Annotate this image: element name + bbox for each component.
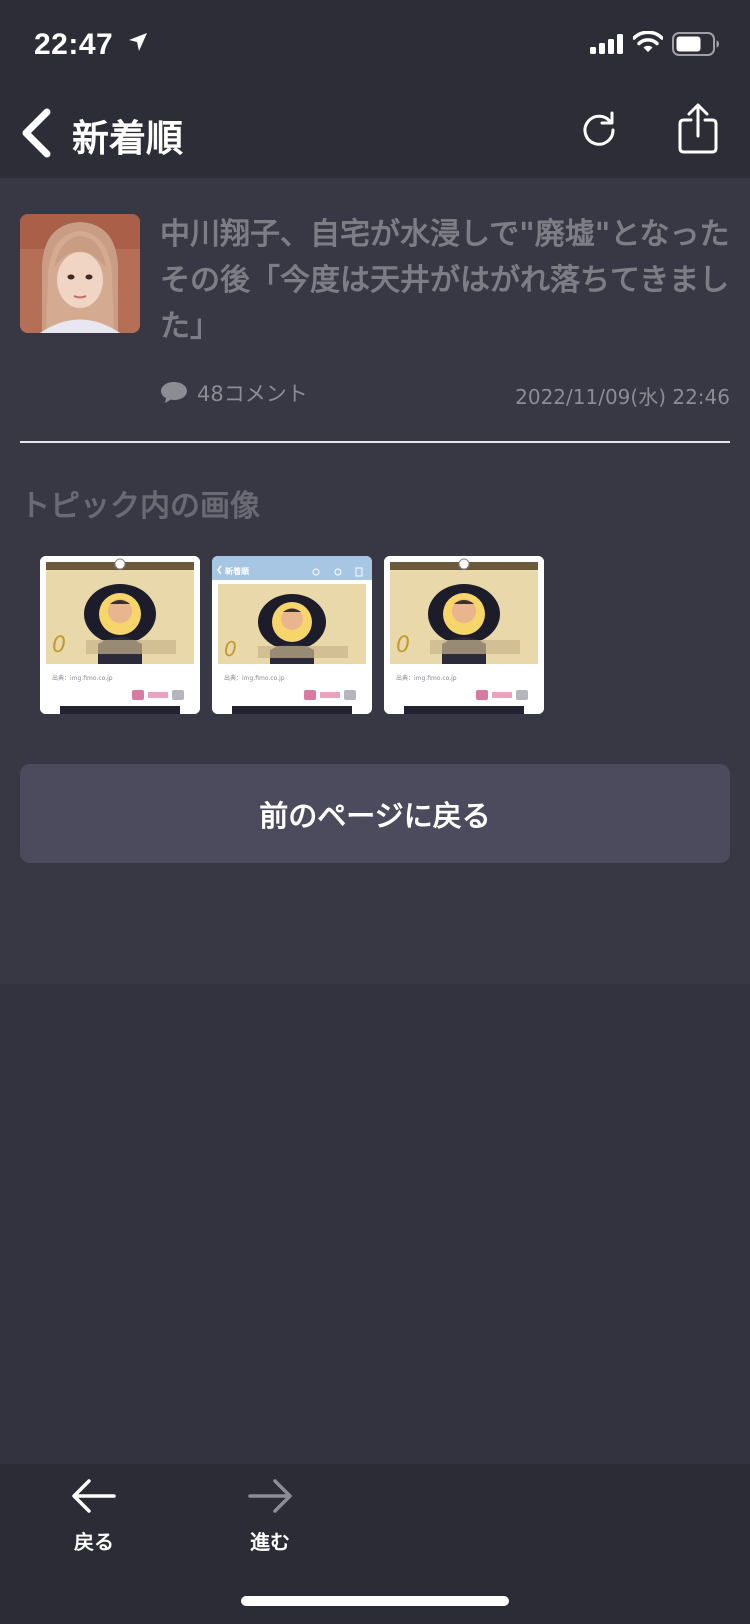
toolbar-forward-label: 進む [250, 1530, 290, 1554]
arrow-left-icon [72, 1479, 116, 1513]
nav-bar: 新着順 [0, 90, 750, 178]
toolbar-back-button[interactable]: 戻る [49, 1464, 139, 1574]
nav-title: 新着順 [72, 117, 183, 160]
article-thumbnail[interactable] [20, 214, 140, 333]
location-arrow-icon [129, 33, 147, 51]
reload-icon[interactable] [578, 108, 620, 150]
svg-text:0: 0 [52, 633, 66, 658]
arrow-right-icon [248, 1479, 292, 1513]
battery-icon [672, 32, 719, 56]
article-title[interactable]: 中川翔子、自宅が水浸しで"廃墟"となったその後「今度は天井がはがれ落ちてきました… [160, 212, 730, 350]
wifi-icon [633, 31, 663, 52]
section-title: トピック内の画像 [20, 489, 260, 524]
comment-icon [161, 382, 187, 403]
svg-text:0: 0 [396, 633, 410, 658]
topic-image-card[interactable]: 0 出典：img.fimo.co.jp [384, 556, 544, 714]
svg-text:0: 0 [224, 637, 237, 661]
status-bar: 22:47 [0, 0, 750, 90]
image-source: 出典：img.fimo.co.jp [52, 674, 113, 682]
content-area: 中川翔子、自宅が水浸しで"廃墟"となったその後「今度は天井がはがれ落ちてきました… [0, 178, 750, 984]
image-source: 出典：img.fimo.co.jp [396, 674, 457, 682]
topic-image-card[interactable]: 新着順 0 出典：img.fimo.co.jp [212, 556, 372, 714]
image-source: 出典：img.fimo.co.jp [224, 674, 285, 682]
home-indicator [241, 1596, 509, 1606]
topic-image-card[interactable]: 0 出典：img.fimo.co.jp [40, 556, 200, 714]
signal-icon [590, 34, 623, 54]
chevron-left-icon[interactable] [16, 104, 56, 162]
share-icon[interactable] [676, 102, 720, 156]
toolbar-forward-button[interactable]: 進む [225, 1464, 315, 1574]
divider [20, 441, 730, 443]
toolbar-back-label: 戻る [74, 1530, 114, 1554]
card-header-title: 新着順 [225, 566, 250, 576]
article-date: 2022/11/09(水) 22:46 [515, 385, 730, 409]
comment-count: 48コメント [197, 382, 308, 406]
status-time: 22:47 [34, 28, 114, 61]
back-to-previous-page-button[interactable]: 前のページに戻る [20, 764, 730, 863]
